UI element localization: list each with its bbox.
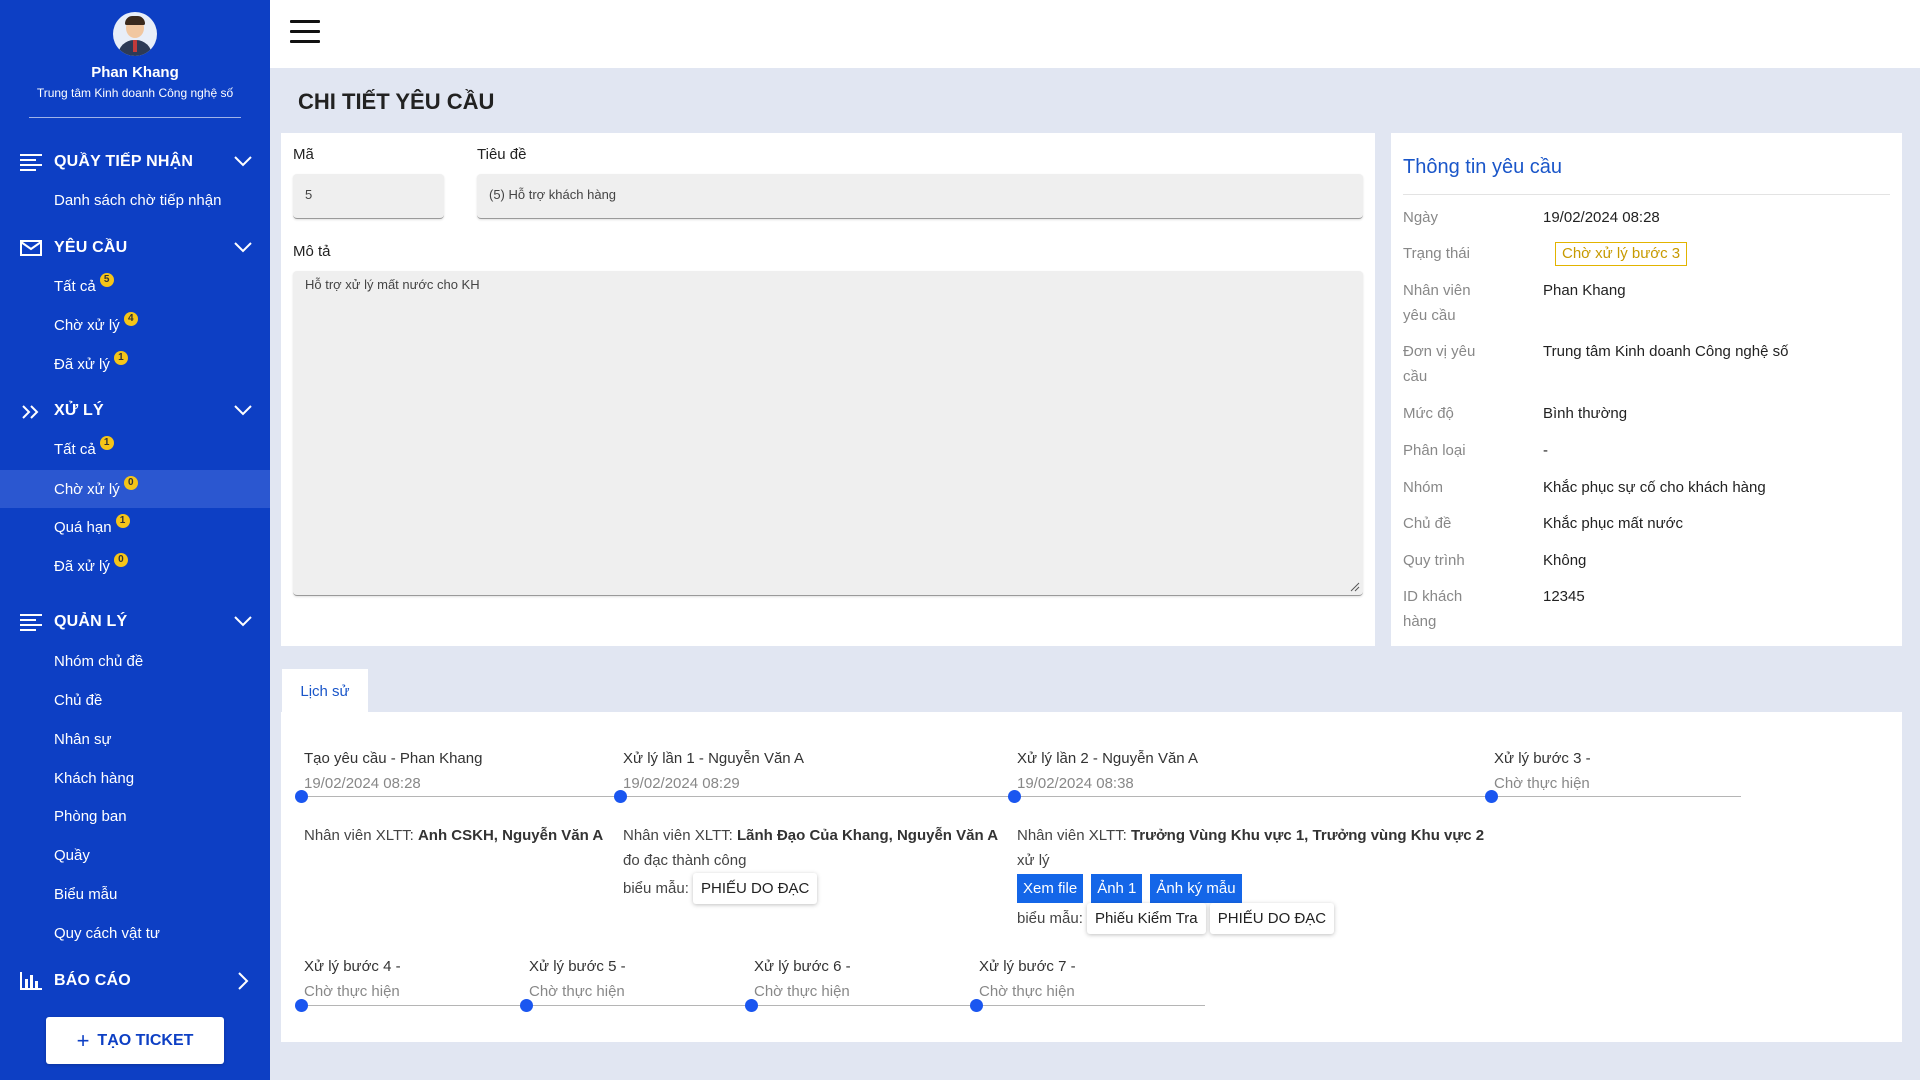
- count-badge: 5: [99, 273, 114, 287]
- sidebar-item-requests-all[interactable]: Tất cả 5: [0, 267, 270, 305]
- code-field[interactable]: 5: [293, 174, 444, 219]
- view-file-button[interactable]: Xem file: [1017, 874, 1084, 903]
- title-field[interactable]: (5) Hỗ trợ khách hàng: [477, 174, 1363, 219]
- step-title: Xử lý lần 2 - Nguyễn Văn A: [1017, 750, 1198, 767]
- form-chip[interactable]: PHIẾU DO ĐẠC: [693, 873, 818, 904]
- divider: [1403, 194, 1890, 195]
- double-chevron-right-icon: [22, 405, 39, 419]
- sidebar-item-processing-overdue[interactable]: Quá hạn 1: [0, 508, 270, 546]
- sidebar-item-customers[interactable]: Khách hàng: [0, 759, 270, 797]
- step-date: Chờ thực hiện: [1494, 775, 1590, 792]
- sidebar-item-topic-groups[interactable]: Nhóm chủ đề: [0, 642, 270, 680]
- title-label: Tiêu đề: [477, 146, 527, 163]
- count-badge: 4: [123, 312, 138, 326]
- count-badge: 0: [123, 476, 138, 490]
- section-reception[interactable]: QUẦY TIẾP NHẬN: [0, 149, 270, 175]
- section-report[interactable]: BÁO CÁO: [0, 968, 270, 994]
- step-detail: Nhân viên XLTT: Trưởng Vùng Khu vực 1, T…: [1017, 823, 1484, 934]
- section-title: QUẢN LÝ: [54, 613, 128, 630]
- section-management[interactable]: QUẢN LÝ: [0, 609, 270, 635]
- step-date: 19/02/2024 08:28: [304, 775, 421, 792]
- step-date: 19/02/2024 08:29: [623, 775, 740, 792]
- step-date: Chờ thực hiện: [979, 983, 1075, 1000]
- step-date: 19/02/2024 08:38: [1017, 775, 1134, 792]
- menu-icon[interactable]: [290, 20, 320, 46]
- tab-history[interactable]: Lịch sử: [282, 669, 368, 713]
- history-timeline: Tạo yêu cầu - Phan Khang 19/02/2024 08:2…: [281, 712, 1902, 1042]
- chevron-down-icon[interactable]: [234, 614, 252, 628]
- list-icon: [20, 614, 42, 631]
- step-title: Xử lý bước 4 -: [304, 958, 401, 975]
- sidebar-item-requests-done[interactable]: Đã xử lý 1: [0, 345, 270, 383]
- count-badge: 1: [115, 514, 130, 528]
- sidebar-item-material-specs[interactable]: Quy cách vật tư: [0, 914, 270, 952]
- sidebar-item-processing-pending[interactable]: Chờ xử lý 0: [0, 470, 270, 508]
- timeline-dot: [745, 999, 758, 1012]
- signature-image-button[interactable]: Ảnh ký mẫu: [1150, 874, 1242, 903]
- plus-icon: +: [76, 1027, 90, 1053]
- timeline-line: [301, 796, 1741, 797]
- chevron-down-icon[interactable]: [234, 154, 252, 168]
- step-title: Xử lý bước 5 -: [529, 958, 626, 975]
- request-info-card: Thông tin yêu cầu Ngày 19/02/2024 08:28 …: [1391, 133, 1902, 646]
- sidebar-item-processing-all[interactable]: Tất cả 1: [0, 430, 270, 468]
- step-title: Tạo yêu cầu - Phan Khang: [304, 750, 483, 767]
- step-date: Chờ thực hiện: [529, 983, 625, 1000]
- step-date: Chờ thực hiện: [754, 983, 850, 1000]
- list-icon: [20, 154, 42, 171]
- count-badge: 0: [113, 553, 128, 567]
- timeline-dot: [295, 999, 308, 1012]
- info-title: Thông tin yêu cầu: [1403, 156, 1562, 178]
- status-badge: Chờ xử lý bước 3: [1555, 242, 1688, 266]
- divider: [29, 117, 241, 118]
- avatar[interactable]: [113, 12, 157, 56]
- step-title: Xử lý bước 6 -: [754, 958, 851, 975]
- section-title: QUẦY TIẾP NHẬN: [54, 153, 194, 170]
- sidebar-item-departments[interactable]: Phòng ban: [0, 797, 270, 835]
- create-ticket-button[interactable]: + TẠO TICKET: [46, 1017, 224, 1064]
- form-chip[interactable]: PHIẾU DO ĐẠC: [1209, 903, 1335, 934]
- profile-unit: Trung tâm Kinh doanh Công nghệ số: [36, 86, 234, 100]
- sidebar-item-staff[interactable]: Nhân sự: [0, 720, 270, 758]
- description-label: Mô tả: [293, 243, 331, 260]
- section-processing[interactable]: XỬ LÝ: [0, 398, 270, 424]
- request-form-card: Mã 5 Tiêu đề (5) Hỗ trợ khách hàng Mô tả…: [281, 133, 1375, 646]
- mail-icon: [20, 240, 42, 256]
- resize-grip-icon[interactable]: [1350, 582, 1360, 592]
- user-profile: Phan Khang Trung tâm Kinh doanh Công ngh…: [0, 0, 270, 118]
- sidebar: Phan Khang Trung tâm Kinh doanh Công ngh…: [0, 0, 270, 1080]
- step-title: Xử lý lần 1 - Nguyễn Văn A: [623, 750, 804, 767]
- sidebar-item-requests-pending[interactable]: Chờ xử lý 4: [0, 306, 270, 344]
- sidebar-item-processing-done[interactable]: Đã xử lý 0: [0, 547, 270, 585]
- step-title: Xử lý bước 7 -: [979, 958, 1076, 975]
- count-badge: 1: [113, 351, 128, 365]
- timeline-dot: [520, 999, 533, 1012]
- chevron-right-icon[interactable]: [234, 972, 252, 990]
- sidebar-item-reception-waitlist[interactable]: Danh sách chờ tiếp nhận: [0, 181, 270, 219]
- page-title: CHI TIẾT YÊU CẦU: [298, 89, 495, 114]
- section-title: YÊU CẦU: [54, 239, 128, 256]
- image-1-button[interactable]: Ảnh 1: [1091, 874, 1143, 903]
- timeline-dot: [970, 999, 983, 1012]
- section-title: BÁO CÁO: [54, 972, 131, 989]
- sidebar-item-forms[interactable]: Biểu mẫu: [0, 875, 270, 913]
- step-date: Chờ thực hiện: [304, 983, 400, 1000]
- sidebar-item-counters[interactable]: Quầy: [0, 836, 270, 874]
- topbar: [270, 0, 1920, 68]
- count-badge: 1: [99, 436, 114, 450]
- profile-name: Phan Khang: [91, 64, 179, 81]
- sidebar-item-topics[interactable]: Chủ đề: [0, 681, 270, 719]
- step-detail: Nhân viên XLTT: Lãnh Đạo Của Khang, Nguy…: [623, 823, 998, 904]
- step-title: Xử lý bước 3 -: [1494, 750, 1591, 767]
- section-requests[interactable]: YÊU CẦU: [0, 235, 270, 261]
- section-title: XỬ LÝ: [54, 402, 104, 419]
- chevron-down-icon[interactable]: [234, 240, 252, 254]
- bar-chart-icon: [20, 972, 42, 990]
- form-chip[interactable]: Phiếu Kiểm Tra: [1087, 903, 1206, 934]
- description-field[interactable]: Hỗ trợ xử lý mất nước cho KH: [293, 271, 1363, 596]
- chevron-down-icon[interactable]: [234, 403, 252, 417]
- step-detail: Nhân viên XLTT: Anh CSKH, Nguyễn Văn A: [304, 827, 604, 844]
- code-label: Mã: [293, 146, 314, 163]
